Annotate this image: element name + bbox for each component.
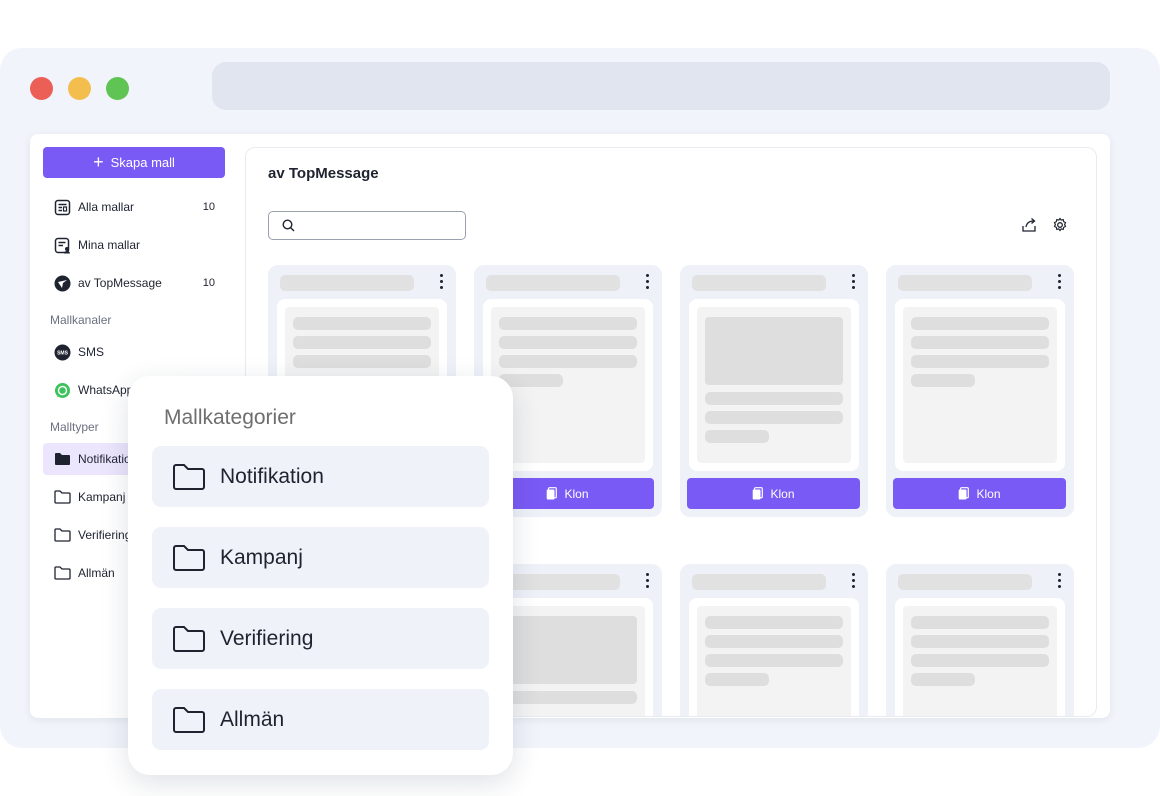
clone-label: Klon: [976, 486, 1001, 501]
create-template-button[interactable]: + Skapa mall: [43, 147, 225, 178]
card-title-placeholder: [280, 275, 414, 291]
folder-icon: [173, 463, 205, 490]
clone-button[interactable]: Klon: [893, 478, 1066, 509]
window-close-button[interactable]: [30, 77, 53, 100]
sidebar-item-label: Mina mallar: [78, 238, 141, 252]
templates-icon: [53, 198, 71, 216]
sidebar-item-my-templates[interactable]: Mina mallar: [43, 229, 225, 261]
sidebar-item-topmessage[interactable]: av TopMessage 10: [43, 267, 225, 299]
copy-icon: [959, 487, 970, 500]
copy-icon: [547, 487, 558, 500]
category-item-verification[interactable]: Verifiering: [152, 608, 489, 669]
card-title-placeholder: [692, 574, 826, 590]
category-label: Kampanj: [220, 545, 303, 569]
more-options-icon[interactable]: [852, 274, 856, 290]
folder-filled-icon: [53, 450, 71, 468]
sidebar-item-sms[interactable]: SMS SMS: [43, 336, 225, 368]
card-title-placeholder: [486, 275, 620, 291]
more-options-icon[interactable]: [440, 274, 444, 290]
window-minimize-button[interactable]: [68, 77, 91, 100]
folder-icon: [53, 564, 71, 582]
sidebar-item-label: WhatsApp: [78, 383, 134, 397]
sidebar-item-label: Kampanj: [78, 490, 126, 504]
card-preview: [689, 299, 859, 471]
my-templates-icon: [53, 236, 71, 254]
marketing-screenshot: { "sidebar": { "create_label": "Skapa ma…: [0, 0, 1160, 796]
template-card[interactable]: Klon: [680, 265, 868, 517]
folder-icon: [173, 625, 205, 652]
sidebar-item-all-templates[interactable]: Alla mallar 10: [43, 191, 225, 223]
address-bar[interactable]: [212, 62, 1110, 110]
more-options-icon[interactable]: [646, 573, 650, 589]
topmessage-logo-icon: [53, 274, 71, 292]
card-preview: [895, 598, 1065, 716]
svg-text:SMS: SMS: [57, 350, 69, 356]
folder-icon: [173, 544, 205, 571]
plus-icon: +: [93, 151, 104, 172]
category-item-campaign[interactable]: Kampanj: [152, 527, 489, 588]
types-section-label: Malltyper: [50, 420, 99, 434]
whatsapp-icon: [53, 381, 71, 399]
category-item-notification[interactable]: Notifikation: [152, 446, 489, 507]
search-input[interactable]: [268, 211, 466, 240]
gear-icon[interactable]: [1052, 217, 1068, 233]
card-preview: [895, 299, 1065, 471]
copy-icon: [753, 487, 764, 500]
sms-icon: SMS: [53, 343, 71, 361]
template-card[interactable]: [886, 564, 1074, 716]
share-icon[interactable]: [1021, 217, 1037, 233]
card-preview: [689, 598, 859, 716]
more-options-icon[interactable]: [1058, 573, 1062, 589]
page-title: av TopMessage: [268, 165, 379, 182]
category-label: Allmän: [220, 707, 285, 731]
clone-button[interactable]: Klon: [687, 478, 860, 509]
more-options-icon[interactable]: [852, 573, 856, 589]
category-popup: Mallkategorier Notifikation Kampanj Veri…: [128, 376, 513, 775]
category-item-general[interactable]: Allmän: [152, 689, 489, 750]
sidebar-item-label: Alla mallar: [78, 200, 135, 214]
folder-icon: [173, 706, 205, 733]
popup-title: Mallkategorier: [164, 406, 296, 429]
sidebar-item-label: Allmän: [78, 566, 115, 580]
sidebar-item-label: av TopMessage: [78, 276, 162, 290]
template-count: 10: [202, 201, 215, 213]
template-count: 10: [202, 277, 215, 289]
more-options-icon[interactable]: [1058, 274, 1062, 290]
clone-label: Klon: [564, 486, 589, 501]
card-title-placeholder: [898, 574, 1032, 590]
template-card[interactable]: [680, 564, 868, 716]
create-template-label: Skapa mall: [110, 155, 175, 170]
window-maximize-button[interactable]: [106, 77, 129, 100]
sidebar-item-label: Verifiering: [78, 528, 132, 542]
sidebar-item-label: SMS: [78, 345, 105, 359]
search-icon: [282, 219, 295, 232]
folder-icon: [53, 488, 71, 506]
card-title-placeholder: [692, 275, 826, 291]
category-label: Verifiering: [220, 626, 314, 650]
template-card[interactable]: Klon: [886, 265, 1074, 517]
category-label: Notifikation: [220, 464, 324, 488]
folder-icon: [53, 526, 71, 544]
clone-label: Klon: [770, 486, 795, 501]
card-title-placeholder: [898, 275, 1032, 291]
more-options-icon[interactable]: [646, 274, 650, 290]
channels-section-label: Mallkanaler: [50, 313, 112, 327]
